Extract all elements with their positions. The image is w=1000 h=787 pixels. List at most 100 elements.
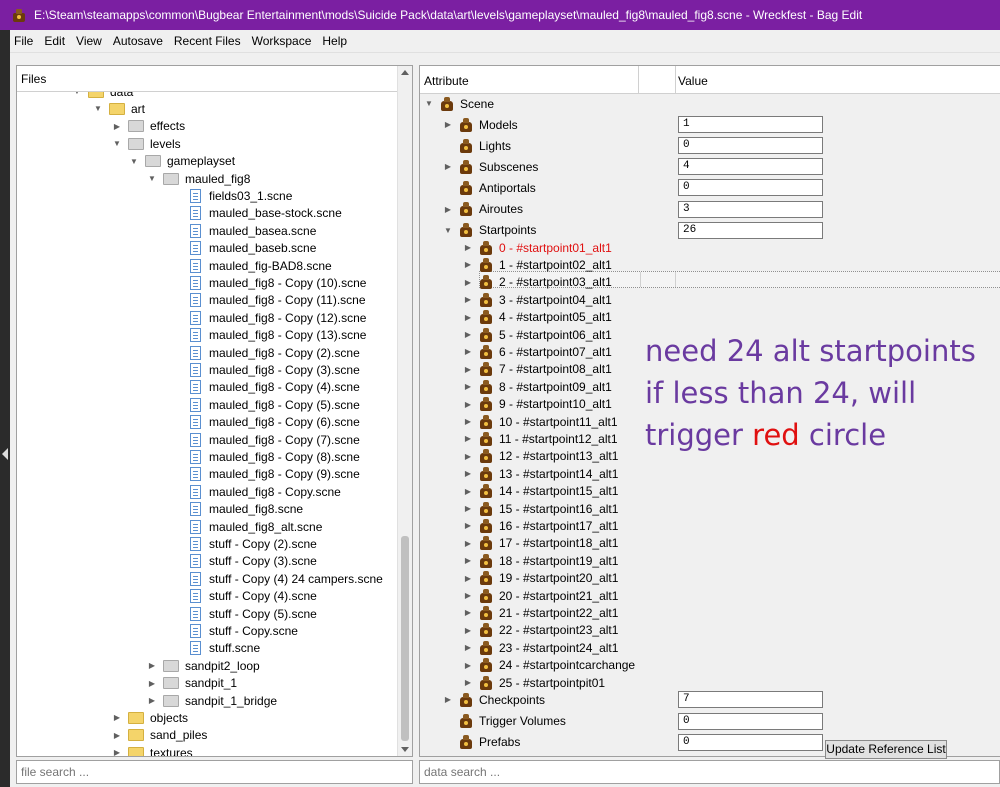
file-tree-item[interactable]: stuff.scne	[174, 640, 260, 657]
folder-tree-item[interactable]: ▼ art	[93, 100, 145, 117]
startpoint-row[interactable]: ▶ 22 - #startpoint23_alt1	[463, 622, 618, 639]
startpoint-row[interactable]: ▶ 2 - #startpoint03_alt1	[463, 274, 612, 291]
startpoint-row[interactable]: ▶ 9 - #startpoint10_alt1	[463, 396, 612, 413]
startpoint-row[interactable]: ▶ 1 - #startpoint02_alt1	[463, 256, 612, 273]
startpoint-row[interactable]: ▶ 20 - #startpoint21_alt1	[463, 587, 618, 604]
menu-recent-files[interactable]: Recent Files	[170, 34, 245, 48]
file-tree-item[interactable]: mauled_baseb.scne	[174, 240, 316, 257]
collapse-arrow-icon[interactable]: ▶	[463, 643, 473, 652]
folder-tree-item[interactable]: ▼ gameplayset	[129, 153, 235, 170]
startpoint-row[interactable]: ▶ 17 - #startpoint18_alt1	[463, 535, 618, 552]
column-separator[interactable]	[675, 66, 676, 94]
startpoint-row[interactable]: ▶ 10 - #startpoint11_alt1	[463, 413, 618, 430]
attribute-row[interactable]: ▼ Scene	[424, 95, 494, 112]
value-field[interactable]: 0	[678, 712, 823, 730]
menu-view[interactable]: View	[72, 34, 106, 48]
folder-tree-item[interactable]: ▶ sandpit_1_bridge	[147, 692, 277, 709]
startpoint-row[interactable]: ▶ 12 - #startpoint13_alt1	[463, 448, 618, 465]
startpoint-row[interactable]: ▶ 23 - #startpoint24_alt1	[463, 639, 618, 656]
startpoint-row[interactable]: ▶ 8 - #startpoint09_alt1	[463, 378, 612, 395]
value-column-header[interactable]: Value	[678, 74, 708, 88]
collapse-arrow-icon[interactable]: ▶	[147, 696, 157, 705]
folder-tree-item[interactable]: ▼ data	[72, 92, 133, 100]
collapse-arrow-icon[interactable]: ▶	[463, 539, 473, 548]
folder-tree-item[interactable]: ▶ textures	[112, 744, 193, 756]
collapse-arrow-icon[interactable]: ▶	[147, 661, 157, 670]
collapse-arrow-icon[interactable]: ▶	[463, 295, 473, 304]
startpoint-row[interactable]: ▶ 16 - #startpoint17_alt1	[463, 517, 618, 534]
collapse-arrow-icon[interactable]: ▶	[463, 608, 473, 617]
data-search-input[interactable]	[419, 760, 1000, 784]
file-tree[interactable]: ▼ data ▼ art ▶ effects ▼ levels ▼ gameplayset ▼ mau…	[17, 92, 397, 756]
file-tree-item[interactable]: mauled_fig8 - Copy (7).scne	[174, 431, 360, 448]
column-separator[interactable]	[638, 66, 639, 94]
startpoint-row[interactable]: ▶ 11 - #startpoint12_alt1	[463, 430, 618, 447]
collapse-arrow-icon[interactable]: ▶	[112, 731, 122, 740]
collapse-arrow-icon[interactable]: ▶	[112, 748, 122, 756]
startpoint-row[interactable]: ▶ 25 - #startpointpit01	[463, 674, 605, 691]
file-tree-item[interactable]: mauled_fig8_alt.scne	[174, 518, 322, 535]
collapse-arrow-icon[interactable]: ▶	[463, 434, 473, 443]
menu-workspace[interactable]: Workspace	[248, 34, 316, 48]
startpoint-row[interactable]: ▶ 13 - #startpoint14_alt1	[463, 465, 618, 482]
collapse-arrow-icon[interactable]: ▶	[463, 243, 473, 252]
collapse-arrow-icon[interactable]	[2, 448, 8, 460]
file-tree-item[interactable]: stuff - Copy (3).scne	[174, 553, 317, 570]
file-tree-item[interactable]: mauled_fig8 - Copy (9).scne	[174, 466, 360, 483]
collapse-arrow-icon[interactable]: ▶	[463, 452, 473, 461]
collapse-arrow-icon[interactable]: ▶	[463, 521, 473, 530]
expand-arrow-icon[interactable]: ▼	[147, 174, 157, 183]
attribute-row[interactable]: Antiportals	[443, 179, 536, 196]
value-field[interactable]: 7	[678, 691, 823, 709]
menu-help[interactable]: Help	[318, 34, 351, 48]
file-tree-item[interactable]: stuff - Copy (2).scne	[174, 535, 317, 552]
collapse-arrow-icon[interactable]: ▶	[147, 679, 157, 688]
file-tree-item[interactable]: mauled_fig8 - Copy (3).scne	[174, 361, 360, 378]
file-tree-item[interactable]: stuff - Copy (4).scne	[174, 588, 317, 605]
attribute-row[interactable]: ▶ Subscenes	[443, 158, 538, 175]
collapse-arrow-icon[interactable]: ▶	[443, 695, 453, 704]
file-tree-item[interactable]: mauled_fig8 - Copy (12).scne	[174, 309, 366, 326]
collapse-arrow-icon[interactable]: ▶	[463, 417, 473, 426]
expand-arrow-icon[interactable]: ▼	[129, 157, 139, 166]
file-tree-item[interactable]: mauled_fig8 - Copy (10).scne	[174, 274, 366, 291]
file-tree-item[interactable]: mauled_base-stock.scne	[174, 205, 342, 222]
startpoint-row[interactable]: ▶ 4 - #startpoint05_alt1	[463, 309, 612, 326]
collapse-arrow-icon[interactable]: ▶	[463, 504, 473, 513]
folder-tree-item[interactable]: ▼ levels	[112, 135, 181, 152]
file-tree-item[interactable]: mauled_fig8 - Copy (4).scne	[174, 379, 360, 396]
folder-tree-item[interactable]: ▶ sandpit2_loop	[147, 657, 260, 674]
expand-arrow-icon[interactable]: ▼	[424, 99, 434, 108]
startpoint-row[interactable]: ▶ 18 - #startpoint19_alt1	[463, 552, 618, 569]
collapse-arrow-icon[interactable]: ▶	[463, 661, 473, 670]
file-tree-item[interactable]: mauled_fig8 - Copy.scne	[174, 483, 341, 500]
folder-tree-item[interactable]: ▶ objects	[112, 709, 188, 726]
folder-tree-item[interactable]: ▶ effects	[112, 118, 185, 135]
collapse-arrow-icon[interactable]: ▶	[443, 205, 453, 214]
startpoint-row[interactable]: ▶ 3 - #startpoint04_alt1	[463, 291, 612, 308]
value-field[interactable]: 0	[678, 137, 823, 155]
collapse-arrow-icon[interactable]: ▶	[463, 678, 473, 687]
startpoint-row[interactable]: ▶ 5 - #startpoint06_alt1	[463, 326, 612, 343]
file-tree-item[interactable]: mauled_fig8 - Copy (11).scne	[174, 292, 366, 309]
collapse-arrow-icon[interactable]: ▶	[463, 347, 473, 356]
folder-tree-item[interactable]: ▼ mauled_fig8	[147, 170, 250, 187]
collapse-arrow-icon[interactable]: ▶	[463, 469, 473, 478]
file-tree-item[interactable]: mauled_fig8 - Copy (8).scne	[174, 448, 360, 465]
scroll-down-icon[interactable]	[401, 747, 409, 752]
attribute-row[interactable]: Prefabs	[443, 734, 520, 751]
file-tree-item[interactable]: mauled_fig-BAD8.scne	[174, 257, 332, 274]
expand-arrow-icon[interactable]: ▼	[443, 226, 453, 235]
file-tree-item[interactable]: stuff - Copy (4) 24 campers.scne	[174, 570, 383, 587]
collapse-arrow-icon[interactable]: ▶	[443, 162, 453, 171]
startpoint-row[interactable]: ▶ 19 - #startpoint20_alt1	[463, 570, 618, 587]
file-search-input[interactable]	[16, 760, 413, 784]
value-field[interactable]: 0	[678, 179, 823, 197]
collapse-arrow-icon[interactable]: ▶	[443, 120, 453, 129]
value-field[interactable]: 26	[678, 221, 823, 239]
expand-arrow-icon[interactable]: ▼	[72, 92, 82, 96]
collapse-arrow-icon[interactable]: ▶	[463, 574, 473, 583]
value-field[interactable]: 0	[678, 733, 823, 751]
collapse-arrow-icon[interactable]: ▶	[463, 591, 473, 600]
attribute-row[interactable]: ▼ Startpoints	[443, 222, 536, 239]
